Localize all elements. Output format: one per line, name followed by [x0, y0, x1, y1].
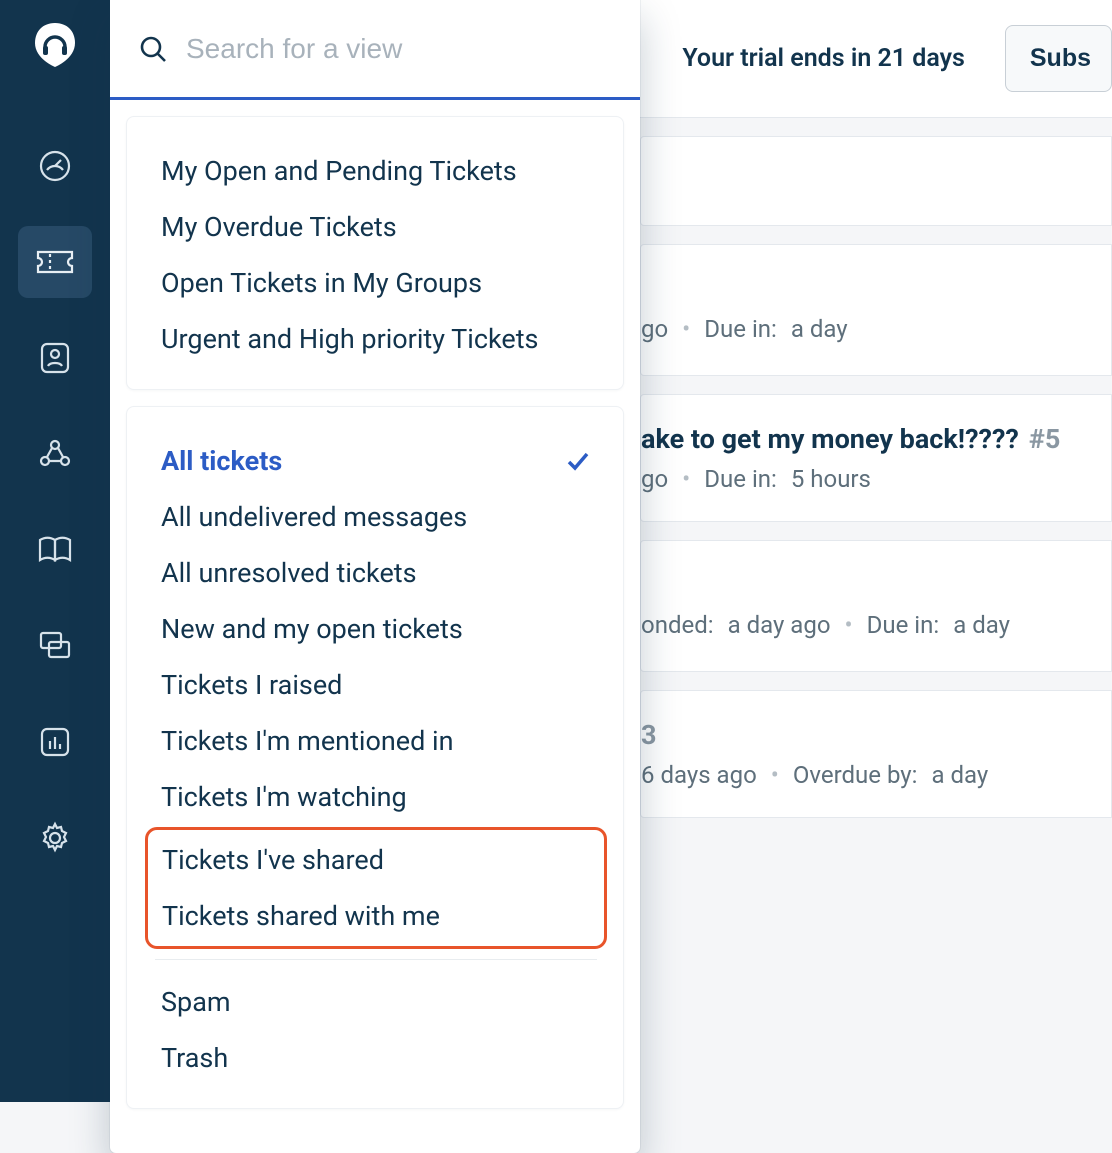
ticket-list: go • Due in: a day ake to get my money b… — [640, 118, 1112, 1102]
view-item[interactable]: Tickets I've shared — [152, 832, 600, 888]
trial-notice: Your trial ends in 21 days — [682, 44, 965, 73]
ticket-due-label: Due in: — [704, 465, 777, 493]
view-item[interactable]: Urgent and High priority Tickets — [151, 311, 601, 367]
view-item[interactable]: All unresolved tickets — [151, 545, 601, 601]
view-item[interactable]: My Overdue Tickets — [151, 199, 601, 255]
ticket-overdue-label: Overdue by: — [793, 761, 918, 789]
nav-contacts[interactable] — [18, 322, 92, 394]
ticket-card[interactable]: go • Due in: a day — [640, 244, 1112, 376]
view-item[interactable]: New and my open tickets — [151, 601, 601, 657]
ticket-responded-label: onded: — [641, 611, 714, 639]
ticket-title-fragment: ake to get my money back!???? — [641, 423, 1019, 455]
view-item-spam[interactable]: Spam — [151, 974, 601, 1030]
view-item-selected[interactable]: All tickets — [151, 433, 601, 489]
gear-icon — [37, 820, 73, 856]
nav-rail — [0, 0, 110, 1102]
ticket-due-label: Due in: — [704, 315, 777, 343]
subscribe-button[interactable]: Subs — [1005, 25, 1112, 92]
ticket-meta-fragment: go — [641, 465, 668, 493]
ticket-created: 6 days ago — [641, 761, 757, 789]
view-item[interactable]: Open Tickets in My Groups — [151, 255, 601, 311]
chat-bubbles-icon — [37, 629, 73, 663]
bar-chart-icon — [38, 725, 72, 759]
ticket-card[interactable]: onded: a day ago • Due in: a day — [640, 540, 1112, 672]
view-item[interactable]: My Open and Pending Tickets — [151, 143, 601, 199]
ticket-card[interactable]: 3 6 days ago • Overdue by: a day — [640, 690, 1112, 818]
view-item[interactable]: Tickets I'm mentioned in — [151, 713, 601, 769]
share-nodes-icon — [37, 437, 73, 471]
gauge-icon — [37, 148, 73, 184]
ticket-due-value: a day — [791, 315, 848, 343]
view-item[interactable]: Tickets I raised — [151, 657, 601, 713]
ticket-due-label: Due in: — [867, 611, 940, 639]
view-group-personal: My Open and Pending Tickets My Overdue T… — [126, 116, 624, 390]
nav-reports[interactable] — [18, 706, 92, 778]
nav-dashboard[interactable] — [18, 130, 92, 202]
search-icon — [138, 34, 168, 64]
view-item[interactable]: All undelivered messages — [151, 489, 601, 545]
nav-chat[interactable] — [18, 610, 92, 682]
highlighted-views: Tickets I've shared Tickets shared with … — [145, 827, 607, 949]
ticket-card[interactable]: ake to get my money back!???? #5 go • Du… — [640, 394, 1112, 522]
view-search-row — [110, 0, 640, 100]
view-item[interactable]: Tickets shared with me — [152, 888, 600, 944]
ticket-due-value: 5 hours — [791, 465, 871, 493]
separator-dot: • — [682, 315, 690, 343]
ticket-due-value: a day — [953, 611, 1010, 639]
view-item-trash[interactable]: Trash — [151, 1030, 601, 1086]
separator-dot: • — [845, 611, 853, 639]
view-item[interactable]: Tickets I'm watching — [151, 769, 601, 825]
ticket-meta-fragment: go — [641, 315, 668, 343]
app-logo — [28, 18, 82, 72]
separator-dot: • — [771, 761, 779, 789]
ticket-card[interactable] — [640, 136, 1112, 226]
nav-settings[interactable] — [18, 802, 92, 874]
ticket-responded-value: a day ago — [728, 611, 831, 639]
separator-dot: • — [682, 465, 690, 493]
divider — [155, 959, 597, 960]
check-icon — [565, 448, 591, 474]
views-dropdown: My Open and Pending Tickets My Overdue T… — [110, 0, 640, 1153]
view-search-input[interactable] — [186, 33, 612, 65]
contact-icon — [38, 340, 72, 376]
nav-social[interactable] — [18, 418, 92, 490]
nav-solutions[interactable] — [18, 514, 92, 586]
view-group-default: All tickets All undelivered messages All… — [126, 406, 624, 1109]
ticket-id-fragment: 3 — [641, 719, 657, 751]
ticket-overdue-value: a day — [931, 761, 988, 789]
book-icon — [36, 534, 74, 566]
ticket-icon — [34, 246, 76, 278]
nav-tickets[interactable] — [18, 226, 92, 298]
ticket-id: #5 — [1029, 423, 1060, 455]
